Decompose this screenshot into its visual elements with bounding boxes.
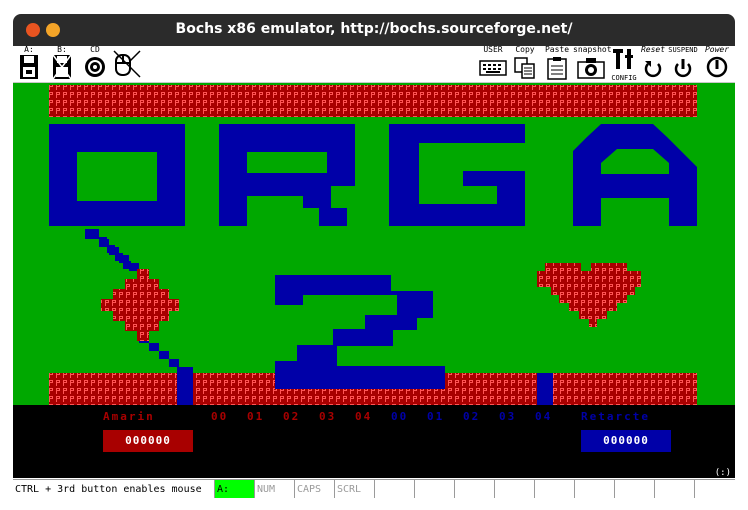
status-slot-5 (375, 480, 415, 498)
suspend-icon (674, 59, 692, 78)
slot-blue-2: 02 (463, 410, 481, 423)
config-button[interactable]: CONFIG (609, 46, 639, 82)
emulator-screen[interactable]: Amarin 00 01 02 03 04 00 01 02 03 04 Ret… (13, 83, 735, 478)
status-slot-11 (615, 480, 655, 498)
cdrom-button[interactable]: CD (83, 46, 107, 82)
cdrom-icon (85, 57, 105, 77)
config-icon (613, 49, 633, 69)
copy-label: Copy (515, 45, 535, 54)
player1-name: Amarin (103, 410, 155, 423)
status-slot-12 (655, 480, 695, 498)
slot-red-1: 01 (247, 410, 265, 423)
status-slot-9 (535, 480, 575, 498)
keyboard-icon (479, 60, 507, 76)
reset-label: Reset (640, 45, 666, 54)
reset-icon (644, 61, 662, 78)
cdrom-label: CD (90, 45, 100, 54)
config-label: CONFIG (611, 74, 637, 82)
player2-score: 000000 (581, 430, 671, 452)
snapshot-label: snapshot (573, 45, 612, 54)
user-label: USER (483, 45, 503, 54)
brick-wall-top (49, 85, 697, 117)
bochs-window: Bochs x86 emulator, http://bochs.sourcef… (13, 14, 735, 498)
window-title: Bochs x86 emulator, http://bochs.sourcef… (175, 21, 573, 37)
bochs-toolbar: A: B: CD USER Copy Paste snapshot CONFIG… (13, 46, 735, 83)
drive-led: A: (215, 480, 255, 498)
slot-red-3: 03 (319, 410, 337, 423)
power-icon (706, 56, 728, 78)
copy-icon (514, 57, 535, 79)
slot-blue-3: 03 (499, 410, 517, 423)
paste-icon (547, 57, 567, 80)
status-slot-6 (415, 480, 455, 498)
num-lock-indicator: NUM (255, 480, 295, 498)
reset-button[interactable]: Reset (640, 46, 666, 82)
snapshot-button[interactable]: snapshot (573, 45, 612, 82)
floppy-b-label: B: (57, 45, 67, 54)
paste-button[interactable]: Paste (543, 46, 571, 82)
slot-blue-0: 00 (391, 410, 409, 423)
player1-score: 000000 (103, 430, 193, 452)
floppy-a-label: A: (24, 45, 34, 54)
player2-name: Retarcte (581, 410, 650, 423)
status-bar: CTRL + 3rd button enables mouse A: NUM C… (13, 479, 735, 498)
floppy-b-button[interactable]: B: (50, 46, 74, 82)
floppy-a-button[interactable]: A: (17, 46, 41, 82)
corner-indicator: (:) (714, 468, 731, 478)
title-bar[interactable]: Bochs x86 emulator, http://bochs.sourcef… (13, 14, 735, 46)
suspend-label: SUSPEND (668, 46, 698, 54)
slot-red-2: 02 (283, 410, 301, 423)
status-slot-13 (695, 480, 735, 498)
power-button[interactable]: Power (701, 46, 733, 82)
status-slot-10 (575, 480, 615, 498)
user-button[interactable]: USER (478, 46, 508, 82)
caps-lock-indicator: CAPS (295, 480, 335, 498)
paste-label: Paste (544, 45, 570, 54)
mouse-toggle-button[interactable] (110, 46, 144, 82)
floppy-icon (20, 55, 38, 79)
slot-red-4: 04 (355, 410, 373, 423)
mouse-icon (113, 50, 141, 78)
suspend-button[interactable]: SUSPEND (668, 46, 698, 82)
slot-blue-4: 04 (535, 410, 553, 423)
scroll-lock-indicator: SCRL (335, 480, 375, 498)
slot-red-0: 00 (211, 410, 229, 423)
power-label: Power (704, 45, 730, 54)
copy-button[interactable]: Copy (511, 46, 539, 82)
slot-blue-1: 01 (427, 410, 445, 423)
status-message: CTRL + 3rd button enables mouse (13, 480, 215, 498)
status-slot-8 (495, 480, 535, 498)
floppy-disabled-icon (52, 54, 72, 80)
camera-icon (577, 58, 605, 79)
status-slot-7 (455, 480, 495, 498)
